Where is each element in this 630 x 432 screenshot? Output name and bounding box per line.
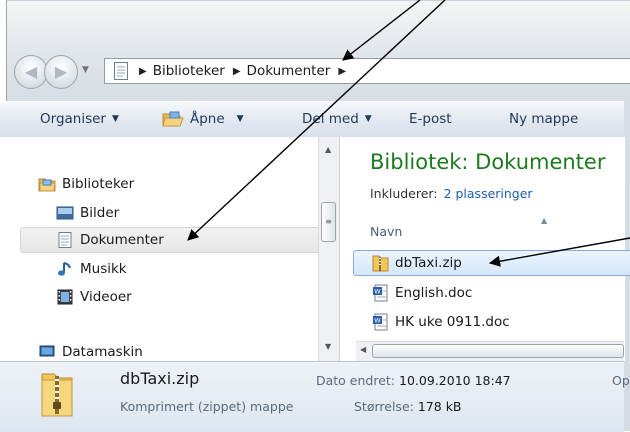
file-name: dbTaxi.zip	[395, 255, 462, 271]
size-value: 178 kB	[417, 399, 462, 414]
content-horizontal-scrollbar[interactable]: ◀	[356, 341, 624, 361]
size-label: Størrelse:	[354, 399, 414, 414]
nav-item-documents[interactable]: Dokumenter	[56, 232, 164, 248]
file-name: English.doc	[395, 285, 473, 301]
grip-icon: ≡	[325, 217, 332, 226]
back-arrow-icon: ◀	[24, 62, 38, 81]
pictures-library-icon	[56, 206, 74, 220]
open-label: Åpne	[190, 111, 225, 127]
nav-item-pictures[interactable]: Bilder	[56, 205, 119, 221]
nav-item-computer[interactable]: Datamaskin	[38, 344, 143, 360]
libraries-folder-icon	[38, 178, 56, 192]
email-button[interactable]: E-post	[409, 111, 452, 127]
details-pane	[0, 361, 624, 432]
nav-label: Videoer	[80, 289, 132, 305]
music-note-icon	[58, 262, 71, 276]
svg-text:W: W	[374, 288, 381, 296]
details-file-name: dbTaxi.zip	[120, 369, 200, 388]
scroll-down-icon[interactable]: ▼	[325, 342, 331, 351]
details-size: Størrelse: 178 kB	[354, 399, 462, 414]
nav-label: Dokumenter	[80, 232, 164, 248]
library-title: Bibliotek: Dokumenter	[370, 150, 606, 174]
word-document-icon: W	[373, 284, 388, 302]
nav-item-music[interactable]: Musikk	[56, 261, 127, 277]
crumb-separator-icon[interactable]: ▶	[139, 66, 147, 77]
organise-label: Organiser	[40, 111, 106, 127]
new-folder-label: Ny mappe	[509, 111, 579, 127]
crumb-documents[interactable]: Dokumenter	[247, 63, 331, 79]
includes-label: Inkluderer:	[370, 186, 438, 201]
caret-down-icon: ▼	[364, 114, 372, 124]
svg-text:W: W	[374, 317, 381, 325]
crumb-separator-icon[interactable]: ▶	[233, 66, 241, 77]
address-bar[interactable]: ▶ Biblioteker ▶ Dokumenter ▶	[104, 58, 630, 84]
details-truncated-label: Op	[612, 373, 630, 388]
nav-label: Datamaskin	[62, 344, 143, 360]
scroll-thumb[interactable]: ≡	[321, 202, 336, 242]
share-label: Del med	[302, 111, 359, 127]
organise-button[interactable]: Organiser ▼	[40, 111, 119, 127]
scroll-thumb[interactable]	[372, 344, 624, 358]
file-row[interactable]: dbTaxi.zip	[372, 254, 462, 272]
date-value: 10.09.2010 18:47	[399, 373, 511, 388]
nav-label: Musikk	[80, 261, 127, 277]
document-icon	[114, 62, 128, 80]
email-label: E-post	[409, 111, 452, 127]
documents-library-icon	[58, 232, 72, 248]
video-film-icon	[57, 289, 73, 305]
forward-arrow-icon: ▶	[54, 62, 68, 81]
column-header-name[interactable]: Navn	[370, 224, 402, 239]
open-button[interactable]: Åpne ▼	[162, 111, 244, 127]
computer-icon	[39, 345, 55, 357]
nav-label: Biblioteker	[62, 176, 135, 192]
crumb-libraries[interactable]: Biblioteker	[153, 63, 225, 79]
command-bar: Organiser ▼ Åpne ▼ Del med ▼ E-post Ny mapp…	[0, 101, 624, 138]
share-button[interactable]: Del med ▼	[302, 111, 372, 127]
scroll-left-icon[interactable]: ◀	[360, 345, 366, 354]
file-row[interactable]: W English.doc	[372, 284, 472, 302]
back-button[interactable]: ◀	[14, 55, 48, 89]
date-label: Dato endret:	[316, 373, 396, 388]
nav-item-videos[interactable]: Videoer	[56, 289, 132, 305]
sort-caret-up-icon: ▲	[541, 216, 548, 225]
library-includes: Inkluderer: 2 plasseringer	[370, 186, 533, 201]
nav-item-libraries[interactable]: Biblioteker	[38, 176, 134, 192]
nav-label: Bilder	[80, 205, 120, 221]
details-file-type: Komprimert (zippet) mappe	[120, 399, 294, 414]
file-row[interactable]: W HK uke 0911.doc	[372, 313, 510, 331]
recent-pages-dropdown-icon[interactable]: ▼	[82, 65, 89, 75]
nav-pane-scrollbar[interactable]: ▲ ≡ ▼	[318, 137, 339, 361]
open-folder-icon	[162, 111, 184, 127]
new-folder-button[interactable]: Ny mappe	[509, 111, 578, 127]
forward-button[interactable]: ▶	[44, 55, 78, 89]
file-name: HK uke 0911.doc	[395, 314, 510, 330]
word-document-icon: W	[373, 313, 388, 331]
includes-link[interactable]: 2 plasseringer	[444, 186, 533, 201]
caret-down-icon: ▼	[236, 114, 244, 124]
scroll-up-icon[interactable]: ▲	[325, 145, 331, 154]
crumb-separator-icon[interactable]: ▶	[338, 66, 346, 77]
navigation-buttons: ◀ ▶ ▼	[14, 55, 100, 89]
caret-down-icon: ▼	[111, 114, 119, 124]
details-date-modified: Dato endret: 10.09.2010 18:47	[316, 373, 511, 388]
zip-folder-icon	[372, 255, 389, 272]
zip-folder-large-icon	[41, 373, 73, 417]
